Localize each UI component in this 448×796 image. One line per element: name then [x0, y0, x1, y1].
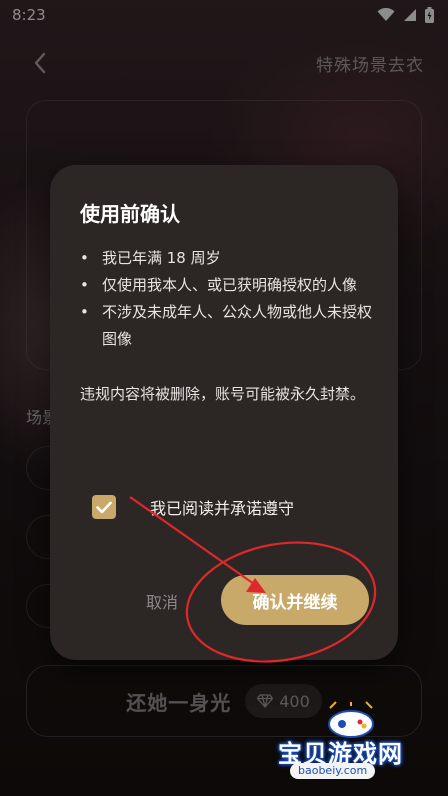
dialog-title: 使用前确认 — [80, 202, 180, 226]
rules-list: • 我已年满 18 周岁 • 仅使用我本人、或已获明确授权的人像 • 不涉及未成… — [80, 245, 375, 353]
rule-text: 不涉及未成年人、公众人物或他人未授权图像 — [102, 303, 373, 348]
site-watermark: 宝贝游戏网 baobeiy.com — [270, 700, 440, 790]
rule-item: • 仅使用我本人、或已获明确授权的人像 — [80, 272, 375, 299]
confirm-continue-button[interactable]: 确认并继续 — [221, 575, 369, 625]
confirmation-dialog: 使用前确认 • 我已年满 18 周岁 • 仅使用我本人、或已获明确授权的人像 •… — [50, 165, 398, 660]
rule-bullet: • — [80, 303, 89, 321]
rule-bullet: • — [80, 276, 89, 294]
cancel-button[interactable]: 取消 — [146, 589, 178, 613]
rule-item: • 我已年满 18 周岁 — [80, 245, 375, 272]
checkmark-icon — [96, 501, 112, 513]
rule-text: 我已年满 18 周岁 — [102, 249, 221, 267]
agree-label: 我已阅读并承诺遵守 — [150, 499, 295, 518]
watermark-url: baobeiy.com — [290, 763, 376, 779]
rule-text: 仅使用我本人、或已获明确授权的人像 — [102, 276, 358, 294]
rule-bullet: • — [80, 249, 89, 267]
agree-checkbox-row[interactable]: 我已阅读并承诺遵守 — [92, 495, 294, 519]
agree-checkbox[interactable] — [92, 495, 116, 519]
rule-item: • 不涉及未成年人、公众人物或他人未授权图像 — [80, 299, 375, 353]
ban-warning: 违规内容将被删除，账号可能被永久封禁。 — [80, 385, 366, 403]
